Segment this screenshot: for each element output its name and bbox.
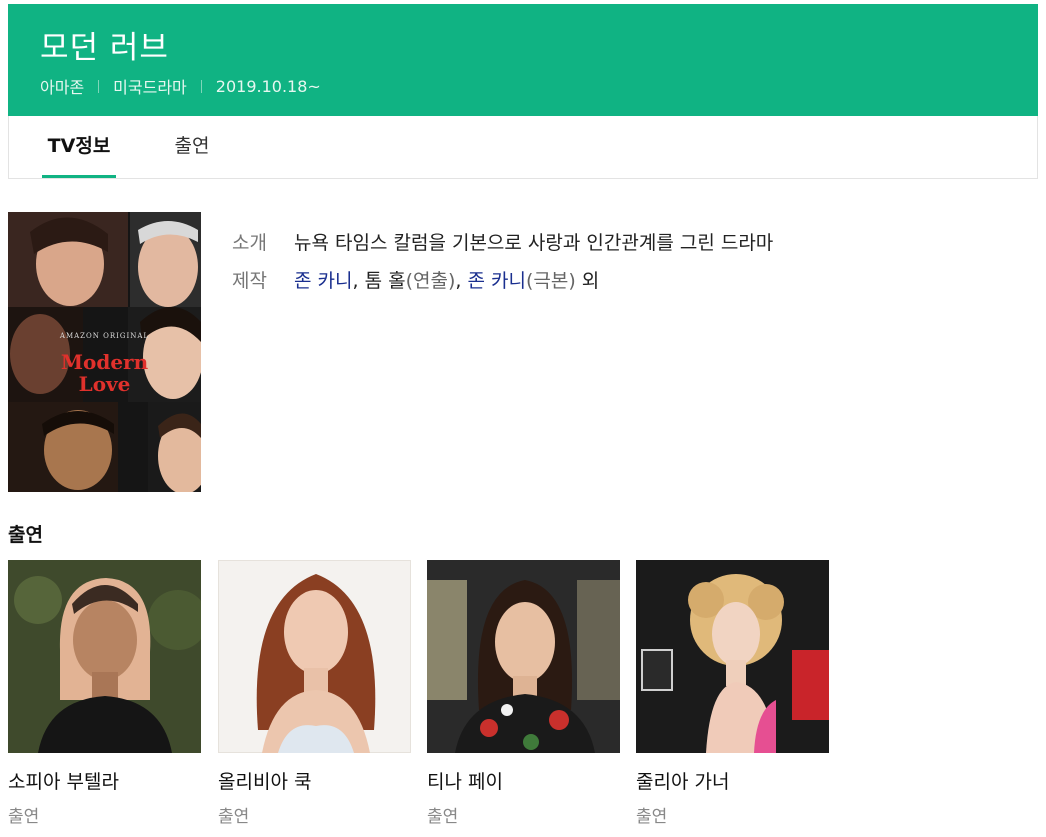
cast-photo[interactable] (8, 560, 201, 753)
program-title[interactable]: 모던 러브 (40, 22, 169, 67)
cast-name[interactable]: 줄리아 가너 (636, 767, 829, 794)
cast-role: 출연 (218, 807, 250, 827)
production-row: 제작 존 카니, 톰 홀(연출), 존 카니(극본) 외 (232, 260, 773, 298)
cast-photo[interactable] (427, 560, 620, 753)
cast-card[interactable]: 줄리아 가너 출연 (636, 560, 829, 827)
poster-brand-text: AMAZON ORIGINAL (59, 332, 150, 340)
production-role-1: (연출) (405, 269, 456, 292)
cast-card[interactable]: 티나 페이 출연 (427, 560, 620, 827)
network-label[interactable]: 아마존 (40, 74, 84, 98)
cast-photo-image (218, 560, 411, 753)
poster-title-line1: Modern (60, 350, 149, 374)
intro-label: 소개 (232, 231, 267, 254)
tab-bar: TV정보 출연 (8, 116, 1038, 179)
poster-title-line2: Love (78, 372, 131, 396)
cast-card[interactable]: 소피아 부텔라 출연 (8, 560, 201, 827)
cast-role: 출연 (8, 807, 40, 827)
air-date: 2019.10.18~ (215, 76, 321, 96)
cast-name[interactable]: 티나 페이 (427, 767, 620, 794)
production-text-2: , (455, 269, 468, 292)
cast-photo-image (427, 560, 620, 753)
cast-name[interactable]: 소피아 부텔라 (8, 767, 201, 794)
producer-link-1[interactable]: 존 카니 (294, 270, 352, 292)
production-text-1: , 톰 홀 (352, 269, 406, 292)
intro-row: 소개 뉴욕 타임스 칼럼을 기본으로 사랑과 인간관계를 그린 드라마 (232, 222, 773, 260)
tab-tv-info[interactable]: TV정보 (42, 116, 116, 178)
production-label: 제작 (232, 269, 267, 292)
cast-role: 출연 (427, 807, 459, 827)
cast-photo-image (636, 560, 829, 753)
cast-photo-image (8, 560, 201, 753)
production-suffix: 외 (575, 269, 600, 292)
intro-value: 뉴욕 타임스 칼럼을 기본으로 사랑과 인간관계를 그린 드라마 (294, 231, 774, 254)
program-header: 모던 러브 아마존 미국드라마 2019.10.18~ (8, 4, 1038, 116)
genre-label: 미국드라마 (113, 78, 187, 97)
cast-name[interactable]: 올리비아 쿡 (218, 767, 411, 794)
cast-photo[interactable] (636, 560, 829, 753)
cast-card[interactable]: 올리비아 쿡 출연 (218, 560, 411, 827)
cast-heading: 출연 (8, 524, 43, 546)
producer-link-2[interactable]: 존 카니 (467, 270, 525, 292)
production-value: 존 카니, 톰 홀(연출), 존 카니(극본) 외 (294, 266, 599, 293)
program-info: 소개 뉴욕 타임스 칼럼을 기본으로 사랑과 인간관계를 그린 드라마 제작 존… (232, 222, 773, 298)
production-role-2: (극본) (525, 269, 576, 292)
program-poster[interactable]: AMAZON ORIGINAL Modern Love (8, 212, 201, 492)
meta-divider (200, 79, 202, 93)
program-meta: 아마존 미국드라마 2019.10.18~ (40, 74, 321, 98)
tab-cast[interactable]: 출연 (167, 116, 217, 178)
meta-divider (98, 79, 100, 93)
cast-role: 출연 (636, 807, 668, 827)
cast-photo[interactable] (218, 560, 411, 753)
